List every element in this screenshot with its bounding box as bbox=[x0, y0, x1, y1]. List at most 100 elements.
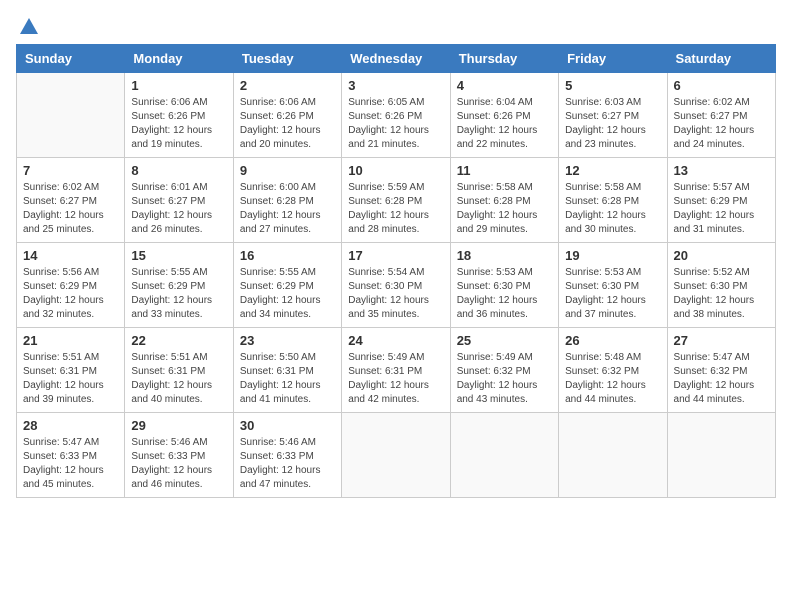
day-info: Sunrise: 6:02 AMSunset: 6:27 PMDaylight:… bbox=[674, 96, 769, 152]
day-info: Sunrise: 6:01 AMSunset: 6:27 PMDaylight:… bbox=[131, 181, 226, 237]
day-number: 23 bbox=[240, 333, 335, 348]
day-info: Sunrise: 5:59 AMSunset: 6:28 PMDaylight:… bbox=[348, 181, 443, 237]
day-info: Sunrise: 5:48 AMSunset: 6:32 PMDaylight:… bbox=[565, 351, 660, 407]
calendar-cell: 15Sunrise: 5:55 AMSunset: 6:29 PMDayligh… bbox=[125, 243, 233, 328]
day-number: 26 bbox=[565, 333, 660, 348]
calendar-cell: 28 Sunrise: 5:47 AMSunset: 6:33 PMDayligh… bbox=[17, 413, 125, 498]
calendar-cell: 6Sunrise: 6:02 AMSunset: 6:27 PMDaylight… bbox=[667, 73, 775, 158]
day-number: 9 bbox=[240, 163, 335, 178]
day-number: 11 bbox=[457, 163, 552, 178]
calendar-cell: 23 Sunrise: 5:50 AMSunset: 6:31 PMDayligh… bbox=[233, 328, 341, 413]
day-number: 5 bbox=[565, 78, 660, 93]
calendar-cell: 18 Sunrise: 5:53 AMSunset: 6:30 PMDayligh… bbox=[450, 243, 558, 328]
calendar-cell: 20Sunrise: 5:52 AMSunset: 6:30 PMDayligh… bbox=[667, 243, 775, 328]
day-number: 3 bbox=[348, 78, 443, 93]
day-number: 10 bbox=[348, 163, 443, 178]
day-info: Sunrise: 5:47 AMSunset: 6:33 PMDaylight:… bbox=[23, 436, 118, 492]
calendar-week-row: 21Sunrise: 5:51 AMSunset: 6:31 PMDayligh… bbox=[17, 328, 776, 413]
weekday-header: Friday bbox=[559, 45, 667, 73]
logo-icon bbox=[18, 16, 40, 38]
calendar-cell: 4 Sunrise: 6:04 AMSunset: 6:26 PMDaylight… bbox=[450, 73, 558, 158]
calendar-cell bbox=[667, 413, 775, 498]
calendar-cell bbox=[17, 73, 125, 158]
weekday-header: Monday bbox=[125, 45, 233, 73]
calendar-cell bbox=[559, 413, 667, 498]
calendar-cell: 5 Sunrise: 6:03 AMSunset: 6:27 PMDaylight… bbox=[559, 73, 667, 158]
day-info: Sunrise: 5:58 AMSunset: 6:28 PMDaylight:… bbox=[565, 181, 660, 237]
day-info: Sunrise: 5:49 AMSunset: 6:31 PMDaylight:… bbox=[348, 351, 443, 407]
calendar-cell: 10 Sunrise: 5:59 AMSunset: 6:28 PMDayligh… bbox=[342, 158, 450, 243]
calendar-cell: 26 Sunrise: 5:48 AMSunset: 6:32 PMDayligh… bbox=[559, 328, 667, 413]
day-number: 1 bbox=[131, 78, 226, 93]
page-header bbox=[16, 16, 776, 34]
day-number: 25 bbox=[457, 333, 552, 348]
day-number: 20 bbox=[674, 248, 769, 263]
day-number: 29 bbox=[131, 418, 226, 433]
day-info: Sunrise: 5:51 AMSunset: 6:31 PMDaylight:… bbox=[23, 351, 118, 407]
day-info: Sunrise: 6:00 AMSunset: 6:28 PMDaylight:… bbox=[240, 181, 335, 237]
day-info: Sunrise: 5:51 AMSunset: 6:31 PMDaylight:… bbox=[131, 351, 226, 407]
day-number: 30 bbox=[240, 418, 335, 433]
day-info: Sunrise: 5:50 AMSunset: 6:31 PMDaylight:… bbox=[240, 351, 335, 407]
calendar-cell: 14Sunrise: 5:56 AMSunset: 6:29 PMDayligh… bbox=[17, 243, 125, 328]
day-info: Sunrise: 6:05 AMSunset: 6:26 PMDaylight:… bbox=[348, 96, 443, 152]
calendar-cell: 7Sunrise: 6:02 AMSunset: 6:27 PMDaylight… bbox=[17, 158, 125, 243]
day-info: Sunrise: 5:49 AMSunset: 6:32 PMDaylight:… bbox=[457, 351, 552, 407]
day-info: Sunrise: 5:54 AMSunset: 6:30 PMDaylight:… bbox=[348, 266, 443, 322]
day-number: 27 bbox=[674, 333, 769, 348]
calendar-week-row: 14Sunrise: 5:56 AMSunset: 6:29 PMDayligh… bbox=[17, 243, 776, 328]
calendar-cell: 9 Sunrise: 6:00 AMSunset: 6:28 PMDaylight… bbox=[233, 158, 341, 243]
calendar-week-row: 1 Sunrise: 6:06 AMSunset: 6:26 PMDaylight… bbox=[17, 73, 776, 158]
calendar-cell: 30 Sunrise: 5:46 AMSunset: 6:33 PMDayligh… bbox=[233, 413, 341, 498]
calendar-header-row: SundayMondayTuesdayWednesdayThursdayFrid… bbox=[17, 45, 776, 73]
logo bbox=[16, 16, 40, 34]
calendar-cell: 29 Sunrise: 5:46 AMSunset: 6:33 PMDayligh… bbox=[125, 413, 233, 498]
day-number: 24 bbox=[348, 333, 443, 348]
day-number: 2 bbox=[240, 78, 335, 93]
day-info: Sunrise: 6:02 AMSunset: 6:27 PMDaylight:… bbox=[23, 181, 118, 237]
calendar-cell: 21Sunrise: 5:51 AMSunset: 6:31 PMDayligh… bbox=[17, 328, 125, 413]
calendar-cell: 25 Sunrise: 5:49 AMSunset: 6:32 PMDayligh… bbox=[450, 328, 558, 413]
calendar-week-row: 7Sunrise: 6:02 AMSunset: 6:27 PMDaylight… bbox=[17, 158, 776, 243]
day-info: Sunrise: 5:56 AMSunset: 6:29 PMDaylight:… bbox=[23, 266, 118, 322]
day-info: Sunrise: 5:57 AMSunset: 6:29 PMDaylight:… bbox=[674, 181, 769, 237]
day-info: Sunrise: 6:03 AMSunset: 6:27 PMDaylight:… bbox=[565, 96, 660, 152]
weekday-header: Thursday bbox=[450, 45, 558, 73]
day-info: Sunrise: 5:58 AMSunset: 6:28 PMDaylight:… bbox=[457, 181, 552, 237]
day-number: 22 bbox=[131, 333, 226, 348]
day-info: Sunrise: 6:04 AMSunset: 6:26 PMDaylight:… bbox=[457, 96, 552, 152]
calendar-cell bbox=[342, 413, 450, 498]
day-info: Sunrise: 5:46 AMSunset: 6:33 PMDaylight:… bbox=[131, 436, 226, 492]
calendar-week-row: 28 Sunrise: 5:47 AMSunset: 6:33 PMDayligh… bbox=[17, 413, 776, 498]
day-number: 18 bbox=[457, 248, 552, 263]
weekday-header: Wednesday bbox=[342, 45, 450, 73]
day-number: 15 bbox=[131, 248, 226, 263]
day-number: 16 bbox=[240, 248, 335, 263]
day-number: 28 bbox=[23, 418, 118, 433]
calendar-cell bbox=[450, 413, 558, 498]
day-number: 13 bbox=[674, 163, 769, 178]
day-info: Sunrise: 6:06 AMSunset: 6:26 PMDaylight:… bbox=[131, 96, 226, 152]
calendar-cell: 24 Sunrise: 5:49 AMSunset: 6:31 PMDayligh… bbox=[342, 328, 450, 413]
calendar-cell: 12Sunrise: 5:58 AMSunset: 6:28 PMDayligh… bbox=[559, 158, 667, 243]
day-info: Sunrise: 5:47 AMSunset: 6:32 PMDaylight:… bbox=[674, 351, 769, 407]
calendar-cell: 3 Sunrise: 6:05 AMSunset: 6:26 PMDaylight… bbox=[342, 73, 450, 158]
calendar-cell: 1 Sunrise: 6:06 AMSunset: 6:26 PMDaylight… bbox=[125, 73, 233, 158]
day-info: Sunrise: 5:53 AMSunset: 6:30 PMDaylight:… bbox=[565, 266, 660, 322]
day-number: 4 bbox=[457, 78, 552, 93]
day-number: 17 bbox=[348, 248, 443, 263]
calendar-table: SundayMondayTuesdayWednesdayThursdayFrid… bbox=[16, 44, 776, 498]
day-info: Sunrise: 5:53 AMSunset: 6:30 PMDaylight:… bbox=[457, 266, 552, 322]
day-info: Sunrise: 5:46 AMSunset: 6:33 PMDaylight:… bbox=[240, 436, 335, 492]
day-info: Sunrise: 5:55 AMSunset: 6:29 PMDaylight:… bbox=[240, 266, 335, 322]
calendar-cell: 17 Sunrise: 5:54 AMSunset: 6:30 PMDayligh… bbox=[342, 243, 450, 328]
day-number: 19 bbox=[565, 248, 660, 263]
weekday-header: Sunday bbox=[17, 45, 125, 73]
calendar-cell: 19 Sunrise: 5:53 AMSunset: 6:30 PMDayligh… bbox=[559, 243, 667, 328]
calendar-cell: 8 Sunrise: 6:01 AMSunset: 6:27 PMDaylight… bbox=[125, 158, 233, 243]
calendar-cell: 2Sunrise: 6:06 AMSunset: 6:26 PMDaylight… bbox=[233, 73, 341, 158]
calendar-cell: 27 Sunrise: 5:47 AMSunset: 6:32 PMDayligh… bbox=[667, 328, 775, 413]
calendar-cell: 22 Sunrise: 5:51 AMSunset: 6:31 PMDayligh… bbox=[125, 328, 233, 413]
weekday-header: Saturday bbox=[667, 45, 775, 73]
day-number: 8 bbox=[131, 163, 226, 178]
